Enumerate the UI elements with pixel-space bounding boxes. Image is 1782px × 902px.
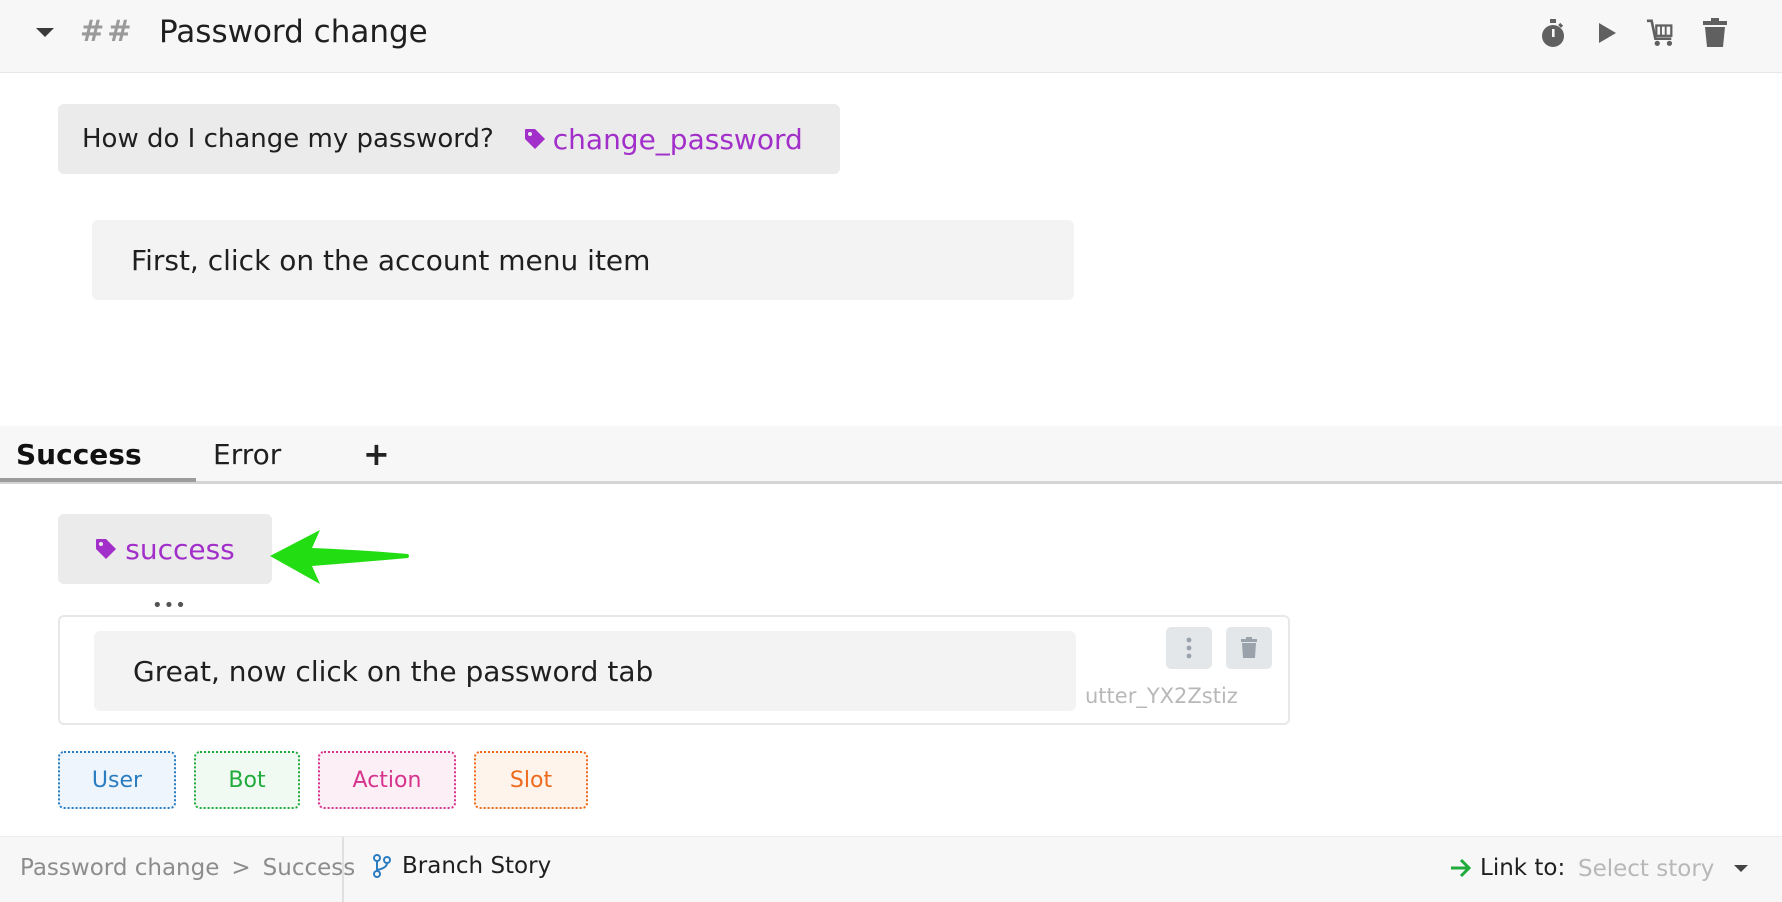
more-options-ellipsis[interactable]: •••	[152, 595, 187, 616]
tag-icon	[524, 129, 545, 149]
user-message-text: How do I change my password?	[82, 124, 494, 154]
breadcrumb-separator: >	[231, 855, 251, 881]
chevron-down-icon	[1734, 865, 1748, 872]
add-slot-button[interactable]: Slot	[474, 751, 588, 809]
branch-tabs: Success Error +	[0, 426, 1782, 484]
add-branch-button[interactable]: +	[363, 438, 390, 470]
arrow-right-icon	[1451, 858, 1472, 878]
play-icon[interactable]	[1592, 16, 1622, 50]
footer-divider	[342, 837, 344, 902]
trash-icon	[1241, 637, 1257, 658]
breadcrumb: Password change > Success	[20, 855, 355, 881]
branch-intent[interactable]: success	[58, 514, 272, 584]
green-arrow-icon	[270, 530, 409, 584]
story-toolbar	[1538, 16, 1730, 50]
stopwatch-icon[interactable]	[1538, 16, 1568, 50]
story-header: ## Password change	[0, 0, 1782, 73]
intent-name: change_password	[552, 122, 803, 156]
select-story-dropdown[interactable]: Select story	[1578, 851, 1748, 887]
link-to-label: Link to:	[1480, 855, 1566, 881]
bot-message-text: First, click on the account menu item	[131, 243, 651, 277]
story-title[interactable]: Password change	[159, 14, 428, 50]
tag-icon	[96, 539, 117, 559]
link-to: Link to:	[1450, 855, 1565, 881]
active-tab-indicator	[0, 478, 196, 482]
bot-response-text: Great, now click on the password tab	[133, 654, 654, 688]
branch-icon	[373, 854, 391, 878]
branch-intent-name: success	[125, 532, 235, 566]
delete-response-button[interactable]	[1226, 627, 1272, 669]
branch-story-label: Branch Story	[402, 853, 552, 879]
heading-marker: ##	[80, 14, 135, 48]
kebab-icon	[1186, 637, 1192, 659]
tab-success[interactable]: Success	[16, 438, 142, 471]
story-footer: Password change > Success Branch Story L…	[0, 836, 1782, 902]
branch-story-button[interactable]: Branch Story	[372, 853, 551, 879]
collapse-caret-icon[interactable]	[36, 28, 54, 37]
bot-response-group: Great, now click on the password tab utt…	[58, 615, 1290, 725]
add-user-button[interactable]: User	[58, 751, 176, 809]
tab-error[interactable]: Error	[213, 438, 281, 471]
more-vertical-button[interactable]	[1166, 627, 1212, 669]
breadcrumb-story[interactable]: Password change	[20, 855, 219, 881]
user-message[interactable]: How do I change my password? change_pass…	[58, 104, 840, 174]
select-story-placeholder: Select story	[1578, 856, 1715, 882]
response-name: utter_YX2Zstiz	[1085, 684, 1238, 708]
bot-message[interactable]: First, click on the account menu item	[92, 220, 1074, 300]
trash-icon[interactable]	[1700, 16, 1730, 50]
bot-response-message[interactable]: Great, now click on the password tab	[94, 631, 1076, 711]
cart-icon[interactable]	[1646, 16, 1676, 50]
add-bot-button[interactable]: Bot	[194, 751, 300, 809]
add-action-button[interactable]: Action	[318, 751, 456, 809]
intent-label[interactable]: change_password	[524, 123, 803, 156]
